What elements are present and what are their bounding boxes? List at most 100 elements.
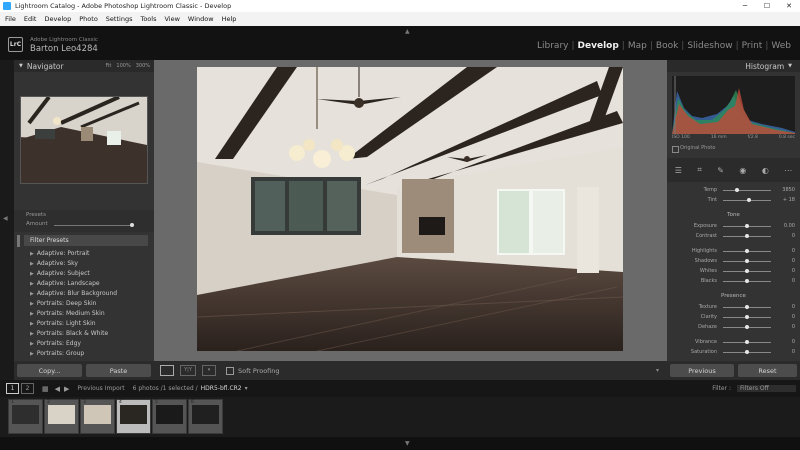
edit-sliders-icon[interactable]: ☰ (675, 166, 682, 175)
filename-dropdown-icon[interactable]: ▾ (245, 385, 248, 392)
back-arrow-icon[interactable]: ◀ (55, 385, 60, 393)
slider-value[interactable]: 0 (777, 303, 795, 312)
filmstrip-thumbnail[interactable]: 5 (152, 399, 187, 434)
slider-value[interactable]: 0 (777, 277, 795, 286)
collapse-top-icon[interactable]: ▲ (405, 28, 410, 35)
slider-value[interactable]: 0.00 (777, 222, 795, 231)
more-tools-icon[interactable]: ⋯ (784, 166, 792, 175)
slider-shadows[interactable]: Shadows 0 (671, 257, 797, 266)
filter-dropdown[interactable]: Filters Off (737, 385, 796, 392)
slider-knob[interactable] (745, 325, 749, 329)
grid-view-icon[interactable]: ▦ (42, 385, 49, 393)
histogram-header[interactable]: Histogram ▼ (667, 60, 800, 72)
menu-item-develop[interactable]: Develop (44, 15, 71, 23)
slider-knob[interactable] (745, 315, 749, 319)
soft-proofing-checkbox[interactable] (226, 366, 234, 375)
preset-group[interactable]: ▶ Portraits: Medium Skin (24, 309, 148, 319)
preset-group[interactable]: ▶ Adaptive: Blur Background (24, 289, 148, 299)
filmstrip-thumbnail[interactable]: 4 (116, 399, 151, 434)
slider-tint[interactable]: Tint + 18 (671, 196, 797, 205)
module-book[interactable]: Book (653, 41, 681, 51)
slider-exposure[interactable]: Exposure 0.00 (671, 222, 797, 231)
preset-group[interactable]: ▶ Portraits: Light Skin (24, 319, 148, 329)
slider-value[interactable]: 0 (777, 232, 795, 241)
menu-item-view[interactable]: View (164, 15, 179, 23)
slider-knob[interactable] (745, 340, 749, 344)
crop-icon[interactable]: ⌗ (697, 165, 702, 175)
slider-knob[interactable] (745, 259, 749, 263)
slider-texture[interactable]: Texture 0 (671, 303, 797, 312)
filmstrip-thumbnail[interactable]: 2 (44, 399, 79, 434)
slider-value[interactable]: + 18 (777, 196, 795, 205)
maximize-icon[interactable]: ☐ (756, 2, 778, 10)
slider-dehaze[interactable]: Dehaze 0 (671, 323, 797, 332)
slider-knob[interactable] (747, 198, 752, 202)
slider-clarity[interactable]: Clarity 0 (671, 313, 797, 322)
slider-value[interactable]: 0 (777, 247, 795, 256)
close-icon[interactable]: ✕ (778, 2, 800, 10)
module-library[interactable]: Library (534, 41, 571, 51)
slider-vibrance[interactable]: Vibrance 0 (671, 338, 797, 347)
module-map[interactable]: Map (625, 41, 650, 51)
slider-value[interactable]: 0 (777, 323, 795, 332)
slider-contrast[interactable]: Contrast 0 (671, 232, 797, 241)
before-after-dropdown-icon[interactable]: ▾ (202, 365, 216, 376)
slider-whites[interactable]: Whites 0 (671, 267, 797, 276)
slider-value[interactable]: 3850 (777, 186, 795, 195)
slider-blacks[interactable]: Blacks 0 (671, 277, 797, 286)
preset-group[interactable]: ▶ Portraits: Edgy (24, 339, 148, 349)
slider-knob[interactable] (745, 305, 749, 309)
toolbar-menu-icon[interactable]: ▾ (656, 367, 659, 374)
zoom-option[interactable]: 100% (116, 63, 130, 69)
filmstrip-thumbnail[interactable]: 3 (80, 399, 115, 434)
filmstrip-source[interactable]: Previous Import (77, 385, 124, 392)
preset-scrollbar[interactable] (17, 235, 20, 247)
preset-group[interactable]: ▶ Portraits: Deep Skin (24, 299, 148, 309)
slider-knob[interactable] (745, 234, 749, 238)
filmstrip-thumbnail[interactable]: 6 (188, 399, 223, 434)
original-photo-checkbox[interactable] (672, 146, 679, 153)
menu-item-help[interactable]: Help (222, 15, 237, 23)
filter-presets-field[interactable]: Filter Presets (24, 235, 148, 246)
menu-item-file[interactable]: File (5, 15, 16, 23)
preset-group[interactable]: ▶ Adaptive: Subject (24, 269, 148, 279)
menu-item-window[interactable]: Window (188, 15, 214, 23)
menu-item-settings[interactable]: Settings (106, 15, 133, 23)
slider-track[interactable] (723, 190, 771, 191)
collapse-left-icon[interactable]: ◀ (3, 215, 8, 222)
slider-value[interactable]: 0 (777, 348, 795, 357)
photo-canvas[interactable] (154, 60, 667, 361)
menu-item-tools[interactable]: Tools (140, 15, 156, 23)
preset-group[interactable]: ▶ Portraits: Black & White (24, 329, 148, 339)
navigator-preview[interactable] (20, 95, 148, 184)
slider-value[interactable]: 0 (777, 257, 795, 266)
menu-item-edit[interactable]: Edit (24, 15, 37, 23)
loupe-view-icon[interactable] (160, 365, 174, 376)
filmstrip-thumbnail[interactable]: 1 (8, 399, 43, 434)
module-develop[interactable]: Develop (575, 41, 622, 51)
slider-highlights[interactable]: Highlights 0 (671, 247, 797, 256)
previous-button[interactable]: Previous (670, 364, 734, 377)
zoom-option[interactable]: 300% (136, 63, 150, 69)
page-1-button[interactable]: 1 (6, 383, 19, 394)
paste-button[interactable]: Paste (86, 364, 151, 377)
amount-slider-knob[interactable] (130, 223, 134, 227)
preset-group[interactable]: ▶ Adaptive: Portrait (24, 249, 148, 259)
histogram[interactable] (672, 76, 795, 134)
menu-item-photo[interactable]: Photo (79, 15, 98, 23)
preset-group[interactable]: ▶ Adaptive: Landscape (24, 279, 148, 289)
slider-value[interactable]: 0 (777, 267, 795, 276)
zoom-option[interactable]: Fit (106, 63, 112, 69)
slider-knob[interactable] (745, 350, 749, 354)
minimize-icon[interactable]: ─ (734, 2, 756, 10)
preset-group[interactable]: ▶ Adaptive: Sky (24, 259, 148, 269)
slider-knob[interactable] (745, 269, 749, 273)
slider-saturation[interactable]: Saturation 0 (671, 348, 797, 357)
module-slideshow[interactable]: Slideshow (684, 41, 735, 51)
navigator-header[interactable]: ▼ Navigator Fit 100% 300% (14, 60, 154, 72)
preset-group[interactable]: ▶ Portraits: Group (24, 349, 148, 359)
masking-icon[interactable]: ◐ (762, 166, 769, 175)
forward-arrow-icon[interactable]: ▶ (64, 385, 69, 393)
slider-value[interactable]: 0 (777, 313, 795, 322)
slider-knob[interactable] (745, 279, 749, 283)
